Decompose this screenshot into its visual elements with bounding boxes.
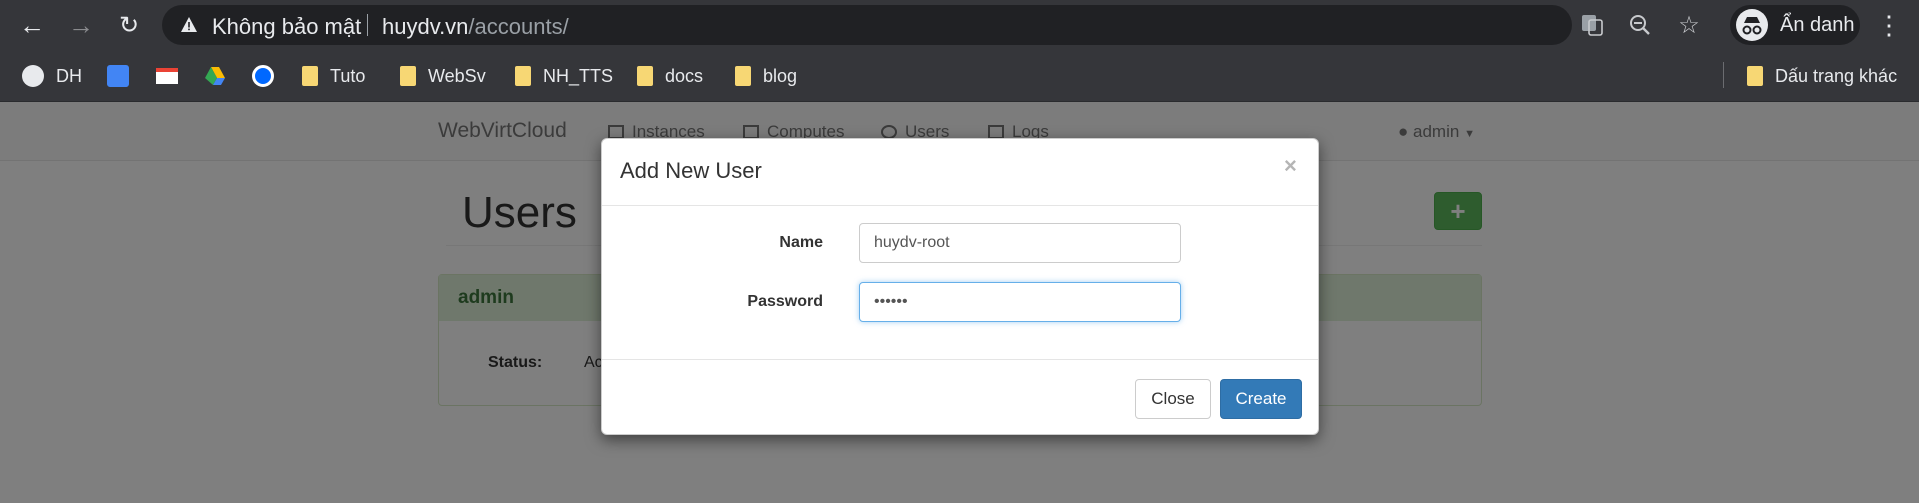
bookmarks-divider: [1723, 62, 1724, 88]
security-label[interactable]: Không bảo mật: [212, 14, 361, 40]
close-icon[interactable]: ×: [1284, 153, 1297, 179]
bookmark-folder-tuto[interactable]: Tuto: [302, 62, 365, 90]
bookmark-folder-other[interactable]: Dấu trang khác: [1747, 62, 1897, 90]
folder-icon: [735, 66, 751, 86]
bookmark-label: blog: [763, 65, 798, 86]
bookmark-label: docs: [665, 65, 704, 86]
name-label: Name: [779, 234, 823, 251]
bookmark-folder-blog[interactable]: blog: [735, 62, 797, 90]
gmail-icon: [156, 68, 178, 84]
password-input[interactable]: [859, 282, 1181, 322]
folder-icon: [515, 66, 531, 86]
modal-footer-divider: [602, 359, 1318, 360]
google-drive-icon: [205, 67, 225, 85]
bookmark-item-gmail[interactable]: [156, 62, 190, 90]
name-input[interactable]: [859, 223, 1181, 263]
modal-title: Add New User: [620, 158, 762, 183]
password-label: Password: [747, 293, 823, 310]
folder-icon: [1747, 66, 1763, 86]
forward-icon[interactable]: →: [61, 5, 101, 45]
zoom-out-icon[interactable]: [1628, 13, 1652, 37]
omnibox-separator: [367, 14, 368, 36]
profile-label: Ẩn danh: [1780, 14, 1855, 36]
close-button[interactable]: Close: [1135, 379, 1211, 419]
bookmark-item-zalo[interactable]: [252, 62, 286, 90]
more-menu-icon[interactable]: ⋮: [1876, 8, 1902, 42]
create-button[interactable]: Create: [1220, 379, 1302, 419]
url-path: /accounts/: [468, 14, 569, 39]
google-translate-icon: [107, 65, 129, 87]
bookmark-label: DH: [56, 65, 82, 86]
url-text[interactable]: huydv.vn/accounts/: [382, 14, 569, 40]
bookmark-folder-websv[interactable]: WebSv: [400, 62, 486, 90]
bookmark-item-drive[interactable]: [204, 62, 238, 90]
bookmark-folder-docs[interactable]: docs: [637, 62, 703, 90]
folder-icon: [400, 66, 416, 86]
bookmarks-bar: DH Tuto WebSv NH_TTS docs blog Dấu trang…: [0, 50, 1919, 102]
url-host: huydv.vn: [382, 14, 469, 39]
profile-button[interactable]: Ẩn danh: [1730, 5, 1860, 45]
modal-header: Add New User ×: [602, 139, 1318, 206]
github-icon: [22, 65, 44, 87]
warning-icon[interactable]: [180, 16, 198, 34]
translate-icon[interactable]: [1580, 13, 1604, 37]
bookmark-item-translate[interactable]: [107, 62, 141, 90]
folder-icon: [637, 66, 653, 86]
zalo-icon: [252, 65, 274, 87]
bookmark-item-dh[interactable]: DH: [22, 62, 82, 90]
bookmark-label: NH_TTS: [543, 65, 614, 86]
incognito-icon: [1736, 9, 1768, 41]
browser-toolbar: ← → ↻ Không bảo mật huydv.vn/accounts/ ☆…: [0, 0, 1919, 50]
folder-icon: [302, 66, 318, 86]
reload-icon[interactable]: ↻: [109, 5, 149, 45]
bookmark-label: Dấu trang khác: [1775, 65, 1898, 86]
add-user-modal: Add New User × Name Password Close Creat…: [601, 138, 1319, 435]
bookmark-label: Tuto: [330, 65, 366, 86]
bookmark-folder-nh-tts[interactable]: NH_TTS: [515, 62, 613, 90]
bookmark-label: WebSv: [428, 65, 486, 86]
address-bar[interactable]: Không bảo mật huydv.vn/accounts/ ☆: [162, 5, 1700, 45]
back-icon[interactable]: ←: [12, 5, 52, 45]
star-icon[interactable]: ☆: [1677, 12, 1701, 39]
